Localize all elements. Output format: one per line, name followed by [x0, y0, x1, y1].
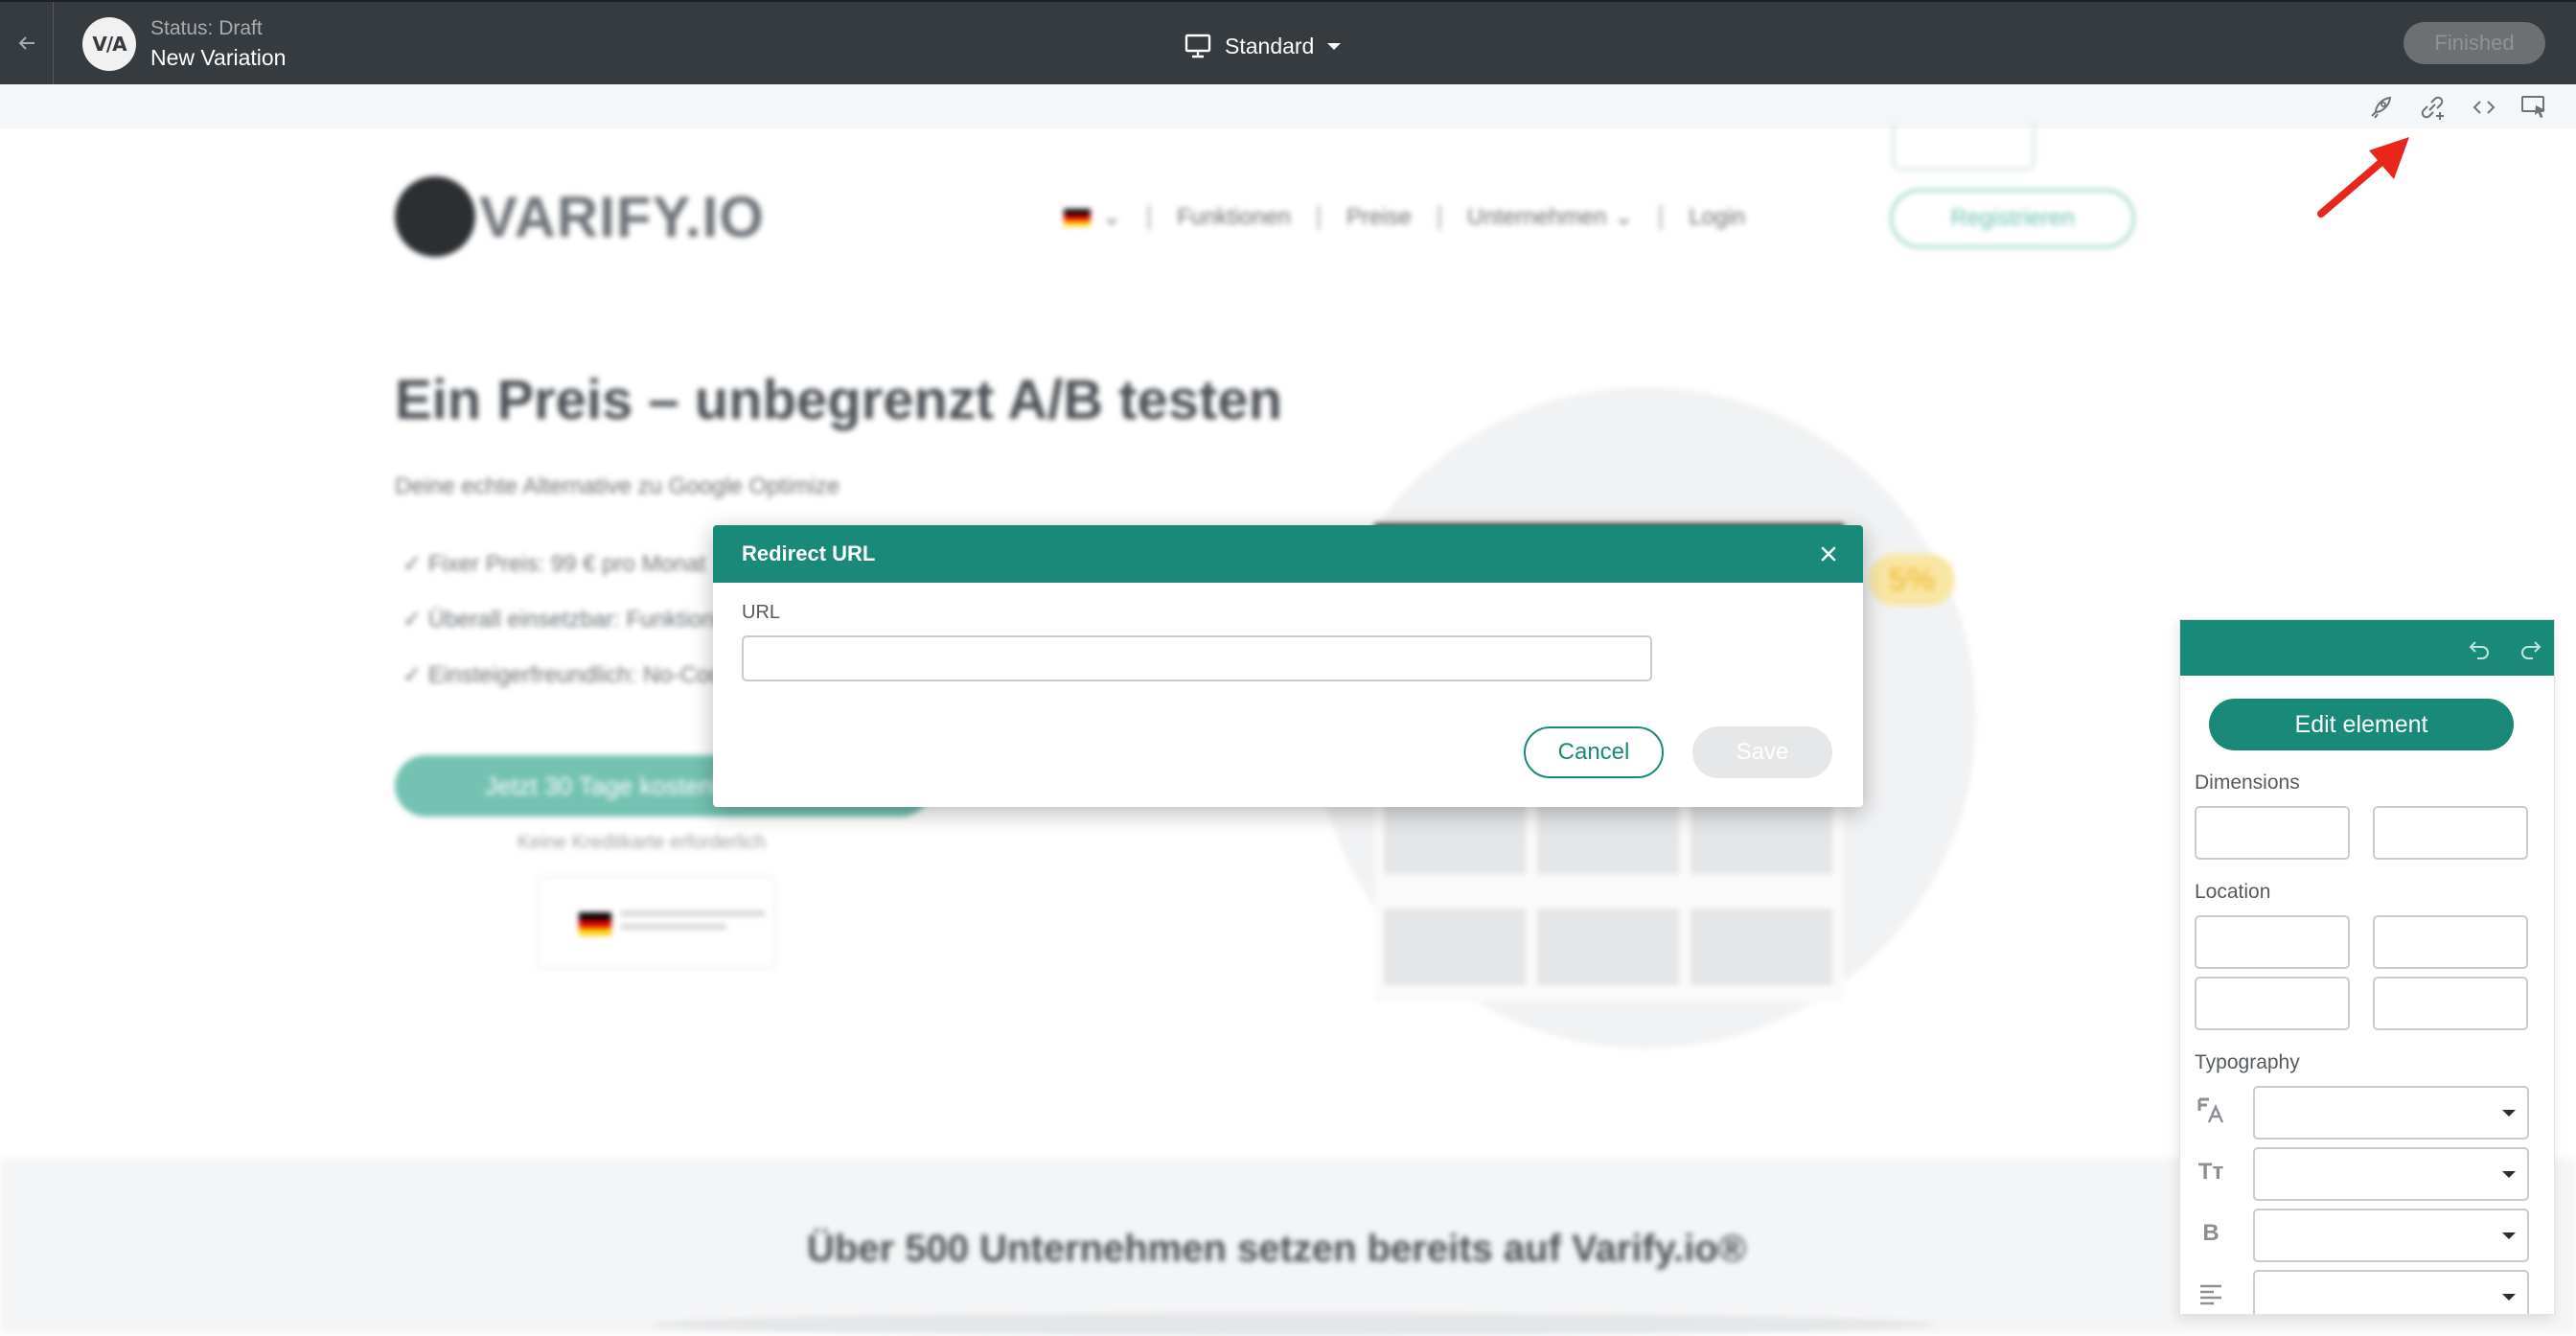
back-button[interactable] — [0, 2, 54, 84]
site-cta-note: Keine Kreditkarte erforderlich — [518, 832, 767, 853]
site-subline: Deine echte Alternative zu Google Optimi… — [395, 473, 840, 499]
code-icon-svg — [2472, 101, 2496, 114]
site-nav-item: Funktionen — [1177, 203, 1291, 230]
edit-element-button[interactable]: Edit element — [2209, 699, 2514, 750]
german-flag-icon — [1064, 208, 1091, 226]
url-label: URL — [742, 602, 781, 623]
site-check-item: ✓ Fixer Preis: 99 € pro Monat — [402, 551, 706, 577]
rocket-icon-svg — [2371, 96, 2392, 119]
add-link-icon-svg — [2421, 96, 2444, 120]
editor-toolbar — [0, 84, 2576, 128]
site-headline: Ein Preis – unbegrenzt A/B testen — [395, 369, 1283, 431]
url-input[interactable] — [742, 635, 1652, 681]
site-nav-item: Preise — [1346, 203, 1412, 230]
top-bar: V/A Status: Draft New Variation Standard… — [0, 0, 2576, 84]
chevron-down-icon — [2502, 1294, 2516, 1301]
select-element-icon[interactable] — [2518, 92, 2549, 123]
font-size-select[interactable] — [2253, 1147, 2529, 1201]
location-label: Location — [2195, 881, 2271, 903]
redo-button[interactable] — [2516, 633, 2546, 663]
site-navigation: ⌄ Funktionen Preise Unternehmen ⌄ Login — [1064, 203, 1745, 231]
variation-name[interactable]: New Variation — [150, 45, 286, 71]
font-family-select[interactable] — [2253, 1086, 2529, 1140]
redo-icon — [2521, 641, 2542, 659]
site-logo: VARIFY.IO — [395, 176, 765, 257]
font-weight-icon: B — [2202, 1220, 2220, 1246]
height-input[interactable] — [2373, 806, 2528, 860]
location-top-input[interactable] — [2195, 915, 2350, 969]
font-size-icon: Tт — [2197, 1159, 2224, 1185]
site-register-button: Registrieren — [1890, 189, 2135, 248]
location-bottom-input[interactable] — [2195, 977, 2350, 1030]
device-label: Standard — [1225, 33, 1315, 58]
site-discount-badge: 5% — [1869, 554, 1955, 606]
site-top-tab — [1892, 123, 2036, 171]
panel-header — [2180, 620, 2554, 676]
site-nav-item: Login — [1689, 203, 1746, 230]
annotation-arrow-icon — [2317, 137, 2409, 218]
dimensions-label: Dimensions — [2195, 772, 2300, 794]
rocket-icon[interactable] — [2365, 92, 2396, 123]
text-align-icon — [2194, 1278, 2228, 1312]
text-align-icon-svg — [2200, 1284, 2221, 1305]
site-made-in-germany-badge — [537, 876, 776, 970]
dialog-title: Redirect URL — [742, 541, 876, 565]
site-check-item: ✓ Überall einsetzbar: Funktioniert — [402, 607, 747, 633]
site-nav-item: Unternehmen — [1466, 203, 1607, 230]
chevron-down-icon — [1327, 42, 1342, 50]
font-family-icon — [2194, 1094, 2228, 1128]
finished-button[interactable]: Finished — [2404, 22, 2545, 64]
arrow-left-icon — [18, 36, 34, 50]
chevron-down-icon — [2502, 1171, 2516, 1178]
code-icon[interactable] — [2469, 92, 2499, 123]
chevron-down-icon — [2502, 1110, 2516, 1117]
width-input[interactable] — [2195, 806, 2350, 860]
site-check-item: ✓ Einsteigerfreundlich: No-Code — [402, 662, 735, 688]
monitor-icon — [1184, 34, 1211, 58]
close-button[interactable] — [1811, 537, 1846, 571]
save-button[interactable]: Save — [1692, 726, 1832, 778]
site-band-shadow — [652, 1313, 1936, 1336]
add-link-icon[interactable] — [2417, 92, 2448, 123]
chevron-down-icon — [2502, 1232, 2516, 1239]
undo-button[interactable] — [2464, 633, 2495, 663]
status-text: Status: Draft — [150, 17, 263, 39]
variation-logo: V/A — [82, 17, 136, 71]
redirect-url-dialog: Redirect URL URL Cancel Save — [713, 525, 1863, 807]
text-align-select[interactable] — [2253, 1270, 2529, 1314]
font-weight-select[interactable] — [2253, 1209, 2529, 1262]
site-customers-text: Über 500 Unternehmen setzen bereits auf … — [807, 1228, 1747, 1270]
device-selector[interactable]: Standard — [1184, 29, 1342, 63]
cancel-button[interactable]: Cancel — [1524, 726, 1664, 778]
undo-icon — [2469, 641, 2489, 659]
location-left-input[interactable] — [2373, 977, 2528, 1030]
location-right-input[interactable] — [2373, 915, 2528, 969]
close-icon — [1821, 546, 1836, 562]
dialog-header: Redirect URL — [713, 525, 1863, 583]
element-editor-panel: Edit element Dimensions Location Typogra… — [2179, 619, 2555, 1315]
select-element-icon-svg — [2521, 96, 2545, 118]
font-family-icon-svg — [2197, 1097, 2224, 1123]
typography-label: Typography — [2195, 1051, 2300, 1073]
